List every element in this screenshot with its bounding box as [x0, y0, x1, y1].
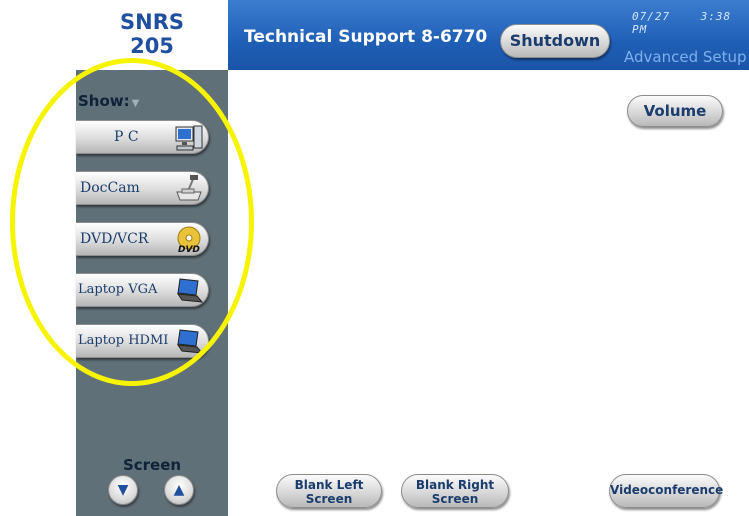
screen-label: Screen: [122, 456, 182, 474]
source-button-doccam[interactable]: DocCam: [76, 171, 209, 205]
date-time: 07/27 3:38 PM: [632, 10, 749, 36]
blank-left-screen-button[interactable]: Blank Left Screen: [276, 474, 382, 508]
volume-button[interactable]: Volume: [627, 95, 723, 127]
show-label-text: Show:: [78, 92, 130, 110]
room-title: SNRS 205: [76, 0, 228, 70]
blank-right-line1: Blank Right: [415, 478, 495, 492]
advanced-setup-link[interactable]: Advanced Setup: [624, 48, 747, 66]
up-arrow-icon: ▲: [173, 482, 185, 498]
source-label: DVD/VCR: [80, 231, 149, 247]
source-label: Laptop HDMI: [78, 333, 169, 348]
room-name: SNRS: [120, 10, 184, 34]
screen-up-button[interactable]: ▲: [164, 475, 194, 505]
source-sidebar: Show: ▼ P C DocCam DVD/VCR DVD Laptop VG…: [76, 70, 228, 516]
source-button-laptop-vga[interactable]: Laptop VGA: [76, 273, 209, 307]
source-button-pc[interactable]: P C: [76, 120, 209, 154]
dvd-icon: DVD: [174, 226, 204, 255]
blank-left-line1: Blank Left: [294, 478, 364, 492]
source-button-laptop-hdmi[interactable]: Laptop HDMI: [76, 324, 209, 358]
room-number: 205: [130, 34, 174, 58]
source-label: P C: [114, 129, 139, 145]
down-arrow-icon: ▼: [117, 482, 129, 498]
videoconference-button[interactable]: Videoconference: [609, 474, 723, 508]
blank-right-line2: Screen: [431, 492, 479, 506]
screen-down-button[interactable]: ▼: [108, 475, 138, 505]
source-label: Laptop VGA: [78, 282, 158, 297]
tech-support-label: Technical Support 8-6770: [244, 27, 488, 47]
blank-left-line2: Screen: [305, 492, 353, 506]
blank-right-screen-button[interactable]: Blank Right Screen: [401, 474, 509, 508]
svg-text:DVD: DVD: [178, 245, 200, 254]
laptop-icon: [174, 328, 204, 356]
shutdown-button[interactable]: Shutdown: [500, 24, 610, 58]
laptop-icon: [174, 277, 204, 305]
header-bar: Technical Support 8-6770 Shutdown 07/27 …: [228, 0, 749, 70]
source-button-dvd-vcr[interactable]: DVD/VCR DVD: [76, 222, 209, 256]
document-camera-icon: [174, 175, 204, 203]
show-label: Show: ▼: [78, 92, 139, 110]
pc-icon: [174, 124, 204, 152]
source-label: DocCam: [80, 180, 140, 196]
chevron-down-icon: ▼: [131, 98, 140, 109]
date-display: 07/27: [632, 10, 671, 23]
